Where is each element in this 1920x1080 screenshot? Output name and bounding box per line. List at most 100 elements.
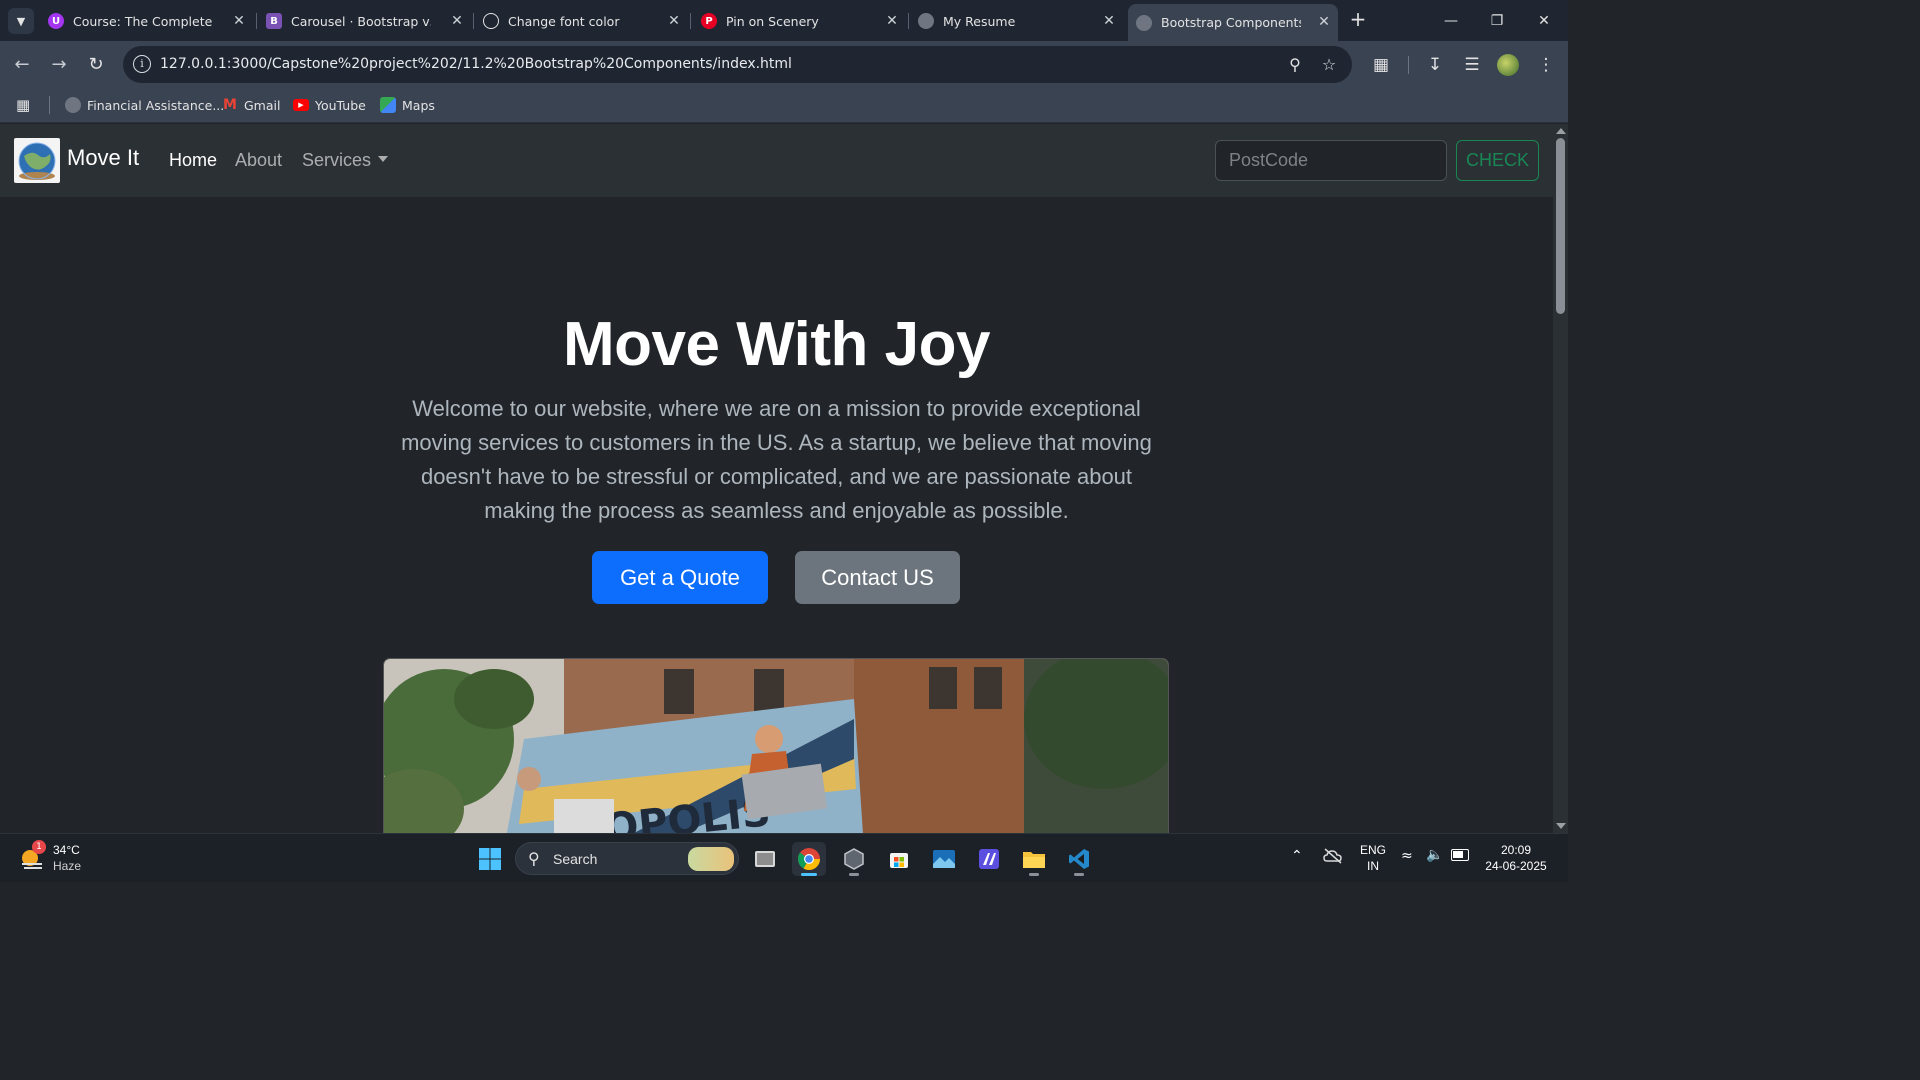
close-icon[interactable]: ✕: [1101, 13, 1117, 29]
zoom-icon[interactable]: ⚲: [1284, 54, 1306, 76]
battery-level: [1453, 851, 1463, 858]
windows-logo-icon: [479, 848, 501, 870]
globe-logo-icon: [18, 142, 56, 180]
media-control-icon[interactable]: ☰: [1460, 53, 1484, 77]
taskbar-app-hex[interactable]: [837, 842, 871, 876]
reload-button[interactable]: ↻: [84, 53, 108, 77]
apps-button[interactable]: ▦: [16, 95, 30, 115]
tab-change-font-color[interactable]: Change font color ✕: [475, 6, 688, 36]
globe-icon: [1136, 14, 1152, 31]
page-scrollbar[interactable]: [1553, 124, 1568, 833]
close-icon: ✕: [1538, 13, 1550, 29]
taskbar-store[interactable]: [882, 842, 916, 876]
weather-condition[interactable]: Haze: [53, 858, 81, 874]
bookmark-youtube[interactable]: ▶ YouTube: [293, 95, 366, 115]
site-info-icon[interactable]: i: [133, 55, 151, 73]
scrollbar-thumb[interactable]: [1556, 138, 1565, 314]
browser-tab-strip: ▼ U Course: The Complete Full ✕ B Carous…: [0, 0, 1568, 41]
clock[interactable]: 20:09 24-06-2025: [1480, 842, 1552, 874]
tab-bootstrap-components[interactable]: Bootstrap Components ✕: [1128, 4, 1338, 41]
taskbar-vscode[interactable]: [1062, 842, 1096, 876]
language-indicator[interactable]: ENG IN: [1358, 842, 1388, 874]
running-indicator: [1074, 873, 1084, 876]
tab-pin-on-scenery[interactable]: P Pin on Scenery ✕: [693, 6, 906, 36]
close-icon[interactable]: ✕: [449, 13, 465, 29]
volume-icon[interactable]: 🔈: [1426, 847, 1443, 863]
udemy-icon: U: [48, 13, 64, 29]
running-indicator: [849, 873, 859, 876]
scroll-down-icon[interactable]: [1556, 823, 1566, 829]
services-label: Services: [302, 150, 372, 170]
task-view-icon: [755, 851, 775, 867]
scroll-up-icon[interactable]: [1556, 128, 1566, 134]
tab-search-button[interactable]: ▼: [8, 8, 34, 34]
bookmark-financial-assistance[interactable]: Financial Assistance...: [65, 95, 224, 115]
close-icon[interactable]: ✕: [231, 13, 247, 29]
chrome-icon: [797, 848, 820, 870]
avatar: [1497, 54, 1519, 76]
bookmark-divider: [49, 96, 50, 114]
nav-dropdown-services[interactable]: Services: [302, 150, 389, 171]
bookmark-gmail[interactable]: M Gmail: [222, 95, 280, 115]
taskbar-search[interactable]: ⚲ Search: [515, 842, 739, 875]
weather-widget[interactable]: 1: [18, 840, 46, 872]
forward-button[interactable]: →: [47, 53, 71, 77]
taskbar-photos[interactable]: [927, 842, 961, 876]
taskbar-app-blue[interactable]: [972, 842, 1006, 876]
postcode-input[interactable]: [1215, 140, 1447, 181]
app-logo-icon: [979, 849, 999, 869]
browser-toolbar: ← → ↻ i 127.0.0.1:3000/Capstone%20projec…: [0, 41, 1568, 88]
nav-link-home[interactable]: Home: [169, 150, 217, 171]
close-icon[interactable]: ✕: [666, 13, 682, 29]
nav-link-about[interactable]: About: [235, 150, 282, 171]
start-button[interactable]: [473, 842, 507, 876]
hero-description: Welcome to our website, where we are on …: [401, 396, 1152, 523]
contact-us-button[interactable]: Contact US: [795, 551, 960, 604]
task-view-button[interactable]: [748, 842, 782, 876]
folder-icon: [1023, 852, 1045, 868]
back-button[interactable]: ←: [10, 53, 34, 77]
tab-my-resume[interactable]: My Resume ✕: [910, 6, 1123, 36]
tab-carousel[interactable]: B Carousel · Bootstrap v5.3 ✕: [258, 6, 471, 36]
extensions-icon[interactable]: ▦: [1369, 53, 1393, 77]
search-highlight-image: [688, 847, 734, 871]
battery-icon[interactable]: [1451, 849, 1469, 861]
download-icon[interactable]: ↧: [1423, 53, 1447, 77]
maps-icon: [380, 97, 396, 113]
bookmark-star-icon[interactable]: ☆: [1318, 54, 1340, 76]
minimize-icon: —: [1444, 13, 1458, 29]
tab-course[interactable]: U Course: The Complete Full ✕: [40, 6, 253, 36]
new-tab-button[interactable]: +: [1347, 9, 1369, 31]
globe-icon: [918, 13, 934, 29]
taskbar-chrome[interactable]: [792, 842, 826, 876]
tab-divider: [256, 13, 257, 29]
tab-divider: [908, 13, 909, 29]
bookmarks-bar: ▦ Financial Assistance... M Gmail ▶ YouT…: [0, 88, 1568, 123]
address-bar[interactable]: i 127.0.0.1:3000/Capstone%20project%202/…: [123, 46, 1352, 83]
gmail-icon: M: [223, 97, 237, 113]
minimize-button[interactable]: —: [1438, 8, 1464, 34]
close-icon[interactable]: ✕: [884, 13, 900, 29]
arrow-right-icon: →: [51, 54, 67, 75]
close-icon[interactable]: ✕: [1316, 14, 1332, 30]
brand-logo[interactable]: [14, 138, 60, 183]
wifi-icon[interactable]: ≈: [1401, 848, 1413, 864]
globe-icon: [65, 97, 81, 113]
apps-grid-icon: ▦: [16, 96, 31, 114]
weather-temp[interactable]: 34°C: [53, 842, 80, 858]
tray-overflow-icon[interactable]: ⌃: [1291, 848, 1303, 864]
restore-button[interactable]: ❐: [1484, 8, 1510, 34]
bookmark-maps[interactable]: Maps: [380, 95, 435, 115]
microsoft-store-icon: [890, 853, 908, 868]
hexagon-app-icon: [844, 848, 864, 870]
get-a-quote-button[interactable]: Get a Quote: [592, 551, 768, 604]
brand-name[interactable]: Move It: [67, 145, 139, 171]
taskbar-file-explorer[interactable]: [1017, 842, 1051, 876]
caret-down-icon: [378, 156, 389, 163]
check-button[interactable]: CHECK: [1456, 140, 1539, 181]
menu-icon[interactable]: ⋮: [1534, 53, 1558, 77]
profile-avatar[interactable]: [1497, 53, 1521, 77]
close-window-button[interactable]: ✕: [1531, 8, 1557, 34]
onedrive-offline-icon[interactable]: [1323, 848, 1343, 864]
url-text[interactable]: 127.0.0.1:3000/Capstone%20project%202/11…: [160, 56, 792, 72]
